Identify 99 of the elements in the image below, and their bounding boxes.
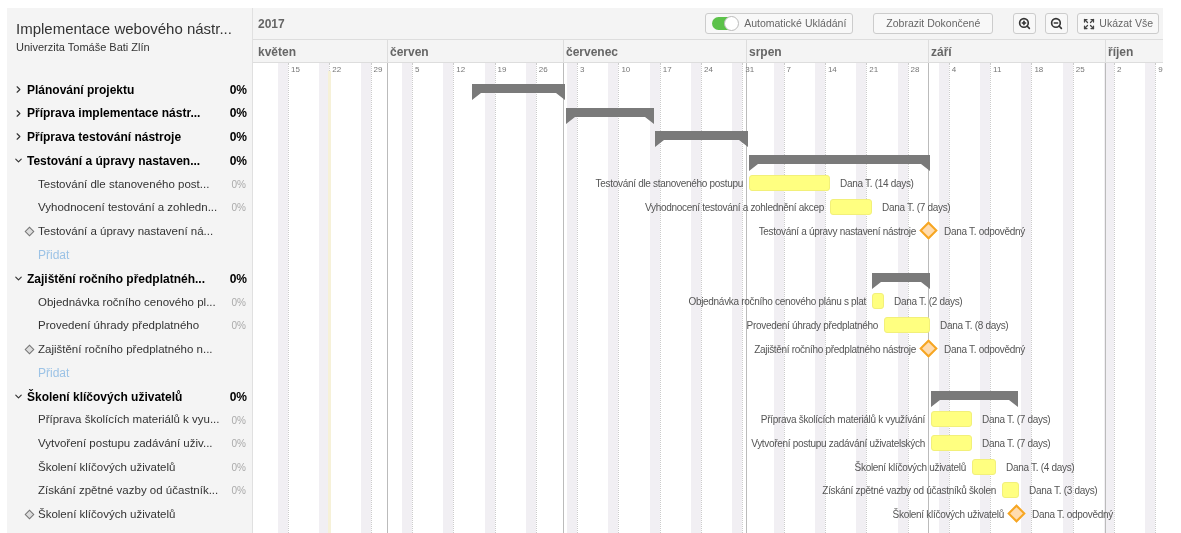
group-name[interactable]: Školení klíčových uživatelů — [27, 387, 183, 406]
summary-bar[interactable] — [655, 131, 748, 148]
task-percent: 0% — [231, 413, 246, 428]
day-label: 7 — [786, 64, 792, 76]
assignee-label: Dana T. odpovědný — [1032, 507, 1113, 522]
group-name[interactable]: Zajištění ročního předplatnéh... — [27, 269, 206, 288]
assignee-label: Dana T. (3 days) — [1029, 484, 1098, 499]
expand-icon — [1083, 17, 1096, 30]
bar-label: Testování a úpravy nastavení nástroje — [758, 224, 916, 239]
project-subtitle: Univerzita Tomáše Bati Zlín — [16, 40, 151, 55]
day-label: 2 — [1117, 64, 1122, 76]
day-label: 18 — [1034, 64, 1044, 76]
project-title: Implementace webového nástr... — [16, 19, 233, 39]
autosave-toggle[interactable]: Automatické Ukládání — [705, 13, 854, 34]
month-label: červenec — [566, 44, 619, 61]
month-label: říjen — [1108, 44, 1134, 61]
bar-label: Vyhodnocení testování a zohlednění akcep — [645, 200, 824, 215]
bar-label: Objednávka ročního cenového plánu s plat — [688, 295, 866, 310]
month-label: září — [931, 44, 952, 61]
summary-bar[interactable] — [931, 390, 1018, 407]
day-label: 28 — [910, 64, 920, 76]
day-label: 5 — [414, 64, 420, 76]
milestone-name[interactable]: Školení klíčových uživatelů — [38, 505, 176, 524]
group-name[interactable]: Plánování projektu — [27, 80, 135, 99]
task-percent: 0% — [231, 177, 246, 192]
task-name[interactable]: Školení klíčových uživatelů — [38, 458, 176, 476]
month-label: květen — [258, 44, 297, 61]
task-name[interactable]: Provedení úhrady předplatného — [38, 317, 200, 335]
group-percent: 0% — [229, 129, 247, 146]
summary-bar[interactable] — [749, 154, 930, 171]
month-label: srpen — [749, 44, 782, 61]
bar-label: Příprava školících materiálů k využívání — [760, 413, 925, 428]
day-label: 17 — [662, 64, 672, 76]
assignee-label: Dana T. (7 days) — [882, 200, 951, 215]
milestone-name[interactable]: Testování a úpravy nastavení ná... — [38, 222, 214, 240]
bar-label: Vytvoření postupu zadávání uživatelských — [751, 436, 925, 451]
bar-label: Zajištění ročního předplatného nástroje — [754, 342, 916, 357]
task-name[interactable]: Získání zpětné vazby od účastník... — [38, 482, 219, 500]
day-label: 10 — [621, 64, 631, 76]
day-label: 3 — [580, 64, 585, 76]
summary-bar[interactable] — [472, 84, 565, 100]
group-percent: 0% — [229, 152, 247, 170]
assignee-label: Dana T. (7 days) — [982, 413, 1051, 428]
task-name[interactable]: Testování dle stanoveného post... — [38, 175, 210, 193]
day-label: 12 — [456, 64, 466, 76]
group-percent: 0% — [229, 105, 247, 123]
day-label: 21 — [869, 64, 879, 76]
assignee-label: Dana T. (7 days) — [982, 436, 1051, 451]
task-name[interactable]: Vytvoření postupu zadávání uživ... — [38, 435, 213, 453]
show-completed-button[interactable]: Zobrazit Dokončené — [873, 13, 994, 34]
day-label: 4 — [951, 64, 957, 76]
group-name[interactable]: Testování a úpravy nastaven... — [27, 151, 201, 170]
zoom-out-button[interactable] — [1045, 13, 1069, 34]
task-name[interactable]: Vyhodnocení testování a zohledn... — [38, 199, 218, 217]
task-percent: 0% — [231, 484, 246, 499]
task-name[interactable]: Objednávka ročního cenového pl... — [38, 293, 216, 311]
day-label: 25 — [1075, 64, 1085, 76]
year-label: 2017 — [258, 15, 285, 33]
task-percent: 0% — [231, 460, 246, 475]
bar-label: Testování dle stanoveného postupu — [595, 177, 743, 192]
task-percent: 0% — [231, 319, 246, 334]
group-name[interactable]: Příprava testování nástroje — [27, 128, 182, 146]
task-percent: 0% — [231, 295, 246, 310]
bar-label: Školení klíčových uživatelů — [854, 460, 966, 475]
group-percent: 0% — [229, 388, 247, 406]
caret-icon[interactable] — [13, 391, 24, 402]
zoom-in-icon — [1018, 17, 1032, 30]
day-label: 24 — [704, 64, 713, 76]
assignee-label: Dana T. (4 days) — [1006, 460, 1075, 475]
show-all-button[interactable]: Ukázat Vše — [1077, 13, 1159, 34]
assignee-label: Dana T. (2 days) — [894, 295, 963, 310]
summary-bar[interactable] — [566, 107, 654, 124]
group-name[interactable]: Příprava implementace nástr... — [27, 104, 201, 123]
assignee-label: Dana T. (8 days) — [940, 318, 1009, 333]
zoom-out-icon — [1050, 17, 1064, 30]
summary-bar[interactable] — [872, 272, 930, 289]
day-label: 15 — [291, 64, 300, 76]
task-name[interactable]: Příprava školících materiálů k vyu... — [38, 411, 220, 429]
day-label: 14 — [827, 64, 837, 76]
task-percent: 0% — [231, 201, 246, 216]
day-label: 19 — [497, 64, 507, 76]
day-label: 26 — [538, 64, 548, 76]
bar-label: Získání zpětné vazby od účastníků školen — [822, 484, 996, 499]
day-label: 22 — [332, 64, 342, 76]
zoom-in-button[interactable] — [1013, 13, 1037, 34]
bar-label: Školení klíčových uživatelů — [892, 507, 1004, 522]
day-label: 9 — [1158, 64, 1163, 76]
group-percent: 0% — [229, 81, 247, 99]
task-percent: 0% — [231, 437, 246, 452]
assignee-label: Dana T. (14 days) — [840, 177, 914, 192]
month-label: červen — [390, 44, 429, 61]
bar-label: Provedení úhrady předplatného — [746, 318, 878, 333]
assignee-label: Dana T. odpovědný — [944, 224, 1025, 239]
day-label: 11 — [993, 64, 1002, 76]
milestone-name[interactable]: Zajištění ročního předplatného n... — [38, 340, 213, 358]
group-percent: 0% — [229, 270, 247, 288]
assignee-label: Dana T. odpovědný — [944, 342, 1025, 357]
day-label: 29 — [373, 64, 383, 76]
day-label: 31 — [745, 64, 755, 76]
